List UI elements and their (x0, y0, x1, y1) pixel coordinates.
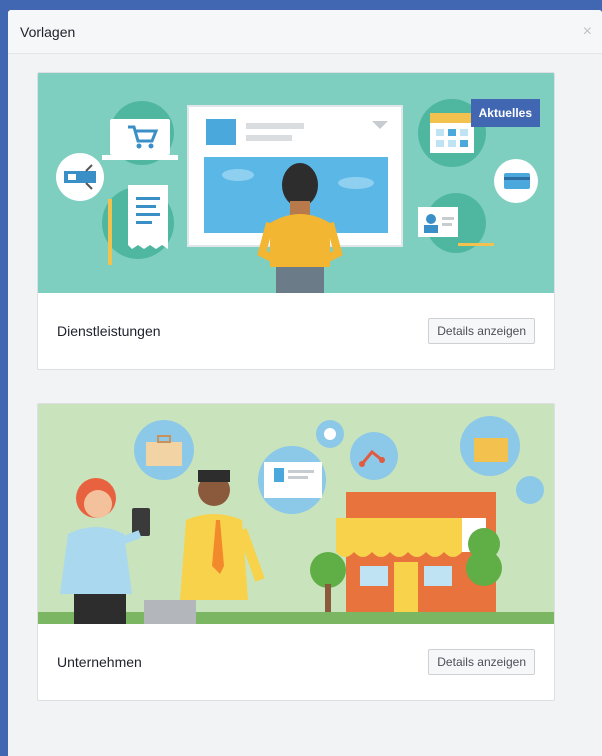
folder-icon (474, 438, 508, 462)
card-title-business: Unternehmen (57, 654, 142, 670)
close-icon[interactable]: × (583, 23, 592, 40)
monitor-icon (264, 462, 322, 498)
calendar-icon (430, 113, 474, 153)
card-footer: Dienstleistungen Details anzeigen (38, 293, 554, 369)
details-button-business[interactable]: Details anzeigen (428, 649, 535, 675)
business-illustration (38, 404, 554, 624)
templates-dialog: Vorlagen × Aktuelles Dienstleistungen De… (8, 10, 602, 756)
dialog-title: Vorlagen (20, 23, 76, 40)
services-illustration: Aktuelles (38, 73, 554, 293)
credit-card-icon (504, 173, 530, 189)
background-page-edge (0, 0, 8, 756)
details-button-services[interactable]: Details anzeigen (428, 318, 535, 344)
template-card-business[interactable]: Unternehmen Details anzeigen (37, 403, 555, 701)
shopping-cart-icon (102, 119, 178, 160)
dialog-header: Vorlagen × (8, 10, 602, 54)
gear-icon (324, 428, 336, 440)
template-card-services[interactable]: Aktuelles Dienstleistungen Details anzei… (37, 72, 555, 370)
card-title-services: Dienstleistungen (57, 323, 161, 339)
dialog-body: Aktuelles Dienstleistungen Details anzei… (8, 54, 602, 701)
featured-badge: Aktuelles (470, 99, 540, 127)
background-page-header (0, 0, 602, 10)
card-footer: Unternehmen Details anzeigen (38, 624, 554, 700)
